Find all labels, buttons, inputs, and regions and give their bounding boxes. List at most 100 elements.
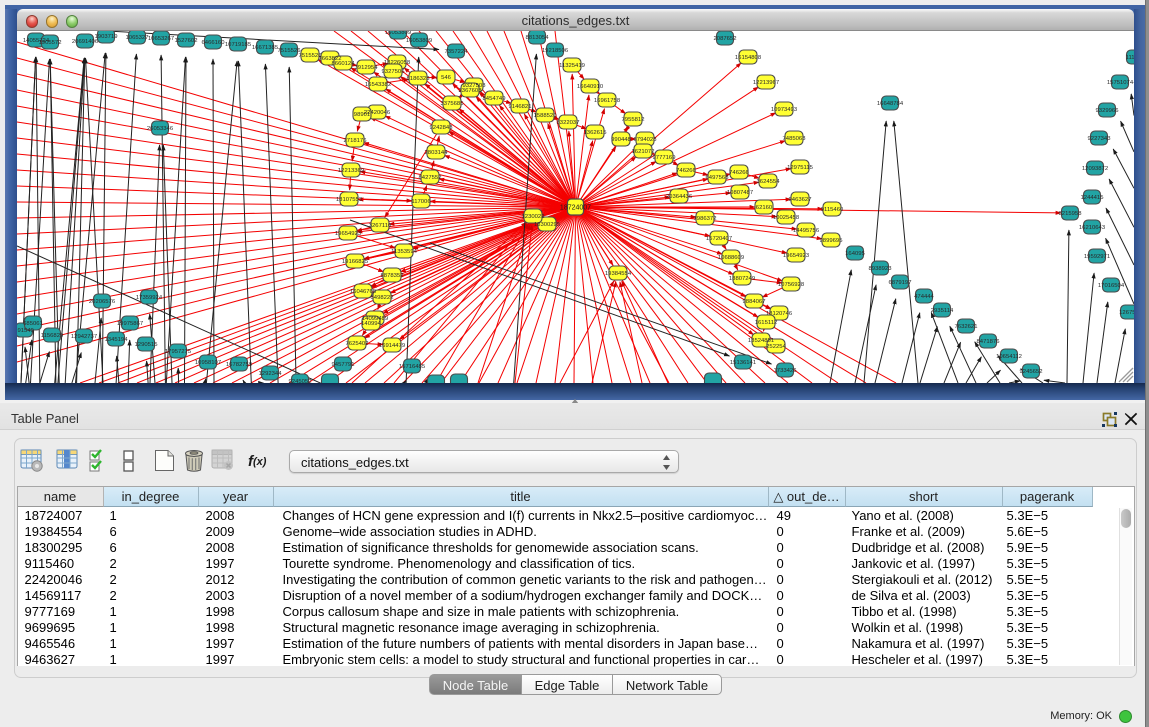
svg-text:2718176: 2718176 [344,138,368,144]
svg-text:6794028: 6794028 [634,137,658,143]
svg-text:11325419: 11325419 [559,63,585,69]
svg-text:9245652: 9245652 [1020,369,1043,375]
svg-text:140994: 140994 [361,321,381,327]
svg-text:15751074: 15751074 [1107,80,1134,86]
svg-text:1230022: 1230022 [522,214,545,220]
svg-text:2087652: 2087652 [714,36,737,42]
svg-text:10719185: 10719185 [225,42,252,48]
svg-text:8878352: 8878352 [381,273,404,279]
svg-text:1588520: 1588520 [534,113,558,119]
svg-text:9242848: 9242848 [430,125,454,131]
svg-text:9227343: 9227343 [1088,136,1112,142]
svg-text:16961758: 16961758 [594,98,621,104]
svg-text:9884067: 9884067 [743,299,766,305]
svg-text:1345194: 1345194 [105,337,129,343]
svg-text:12093872: 12093872 [1082,166,1108,172]
svg-text:8471876: 8471876 [977,339,1001,345]
svg-text:16914479: 16914479 [379,343,405,349]
svg-text:3624554: 3624554 [757,179,781,185]
svg-text:117006: 117006 [411,199,431,205]
svg-text:16210643: 16210643 [1079,225,1106,231]
svg-text:16640910: 16640910 [577,84,604,90]
svg-text:8813054: 8813054 [526,35,550,41]
svg-text:7485063: 7485063 [783,136,807,142]
svg-text:18107553: 18107553 [336,197,363,203]
svg-text:16782759: 16782759 [226,362,252,368]
svg-text:8938923: 8938923 [869,266,893,272]
svg-text:8427552: 8427552 [419,175,442,181]
svg-text:19384554: 19384554 [605,271,632,277]
svg-text:12975115: 12975115 [787,165,813,171]
svg-text:62160: 62160 [756,205,773,211]
svg-text:19654923: 19654923 [783,253,810,259]
svg-text:111243: 111243 [1126,55,1134,61]
svg-text:19166825: 19166825 [342,259,369,265]
svg-text:9463627: 9463627 [789,197,812,203]
svg-text:98901: 98901 [354,112,370,118]
svg-text:9245052: 9245052 [289,379,312,383]
svg-text:7632621: 7632621 [955,324,978,330]
svg-text:18724007: 18724007 [560,205,591,212]
svg-text:2367608: 2367608 [459,88,483,94]
svg-text:8186328: 8186328 [407,76,431,82]
svg-text:164095: 164095 [845,251,865,257]
svg-text:1244415: 1244415 [1081,195,1105,201]
svg-text:18807249: 18807249 [729,276,755,282]
svg-text:16053809: 16053809 [406,38,432,44]
svg-text:9146821: 9146821 [509,104,532,110]
svg-text:18300295: 18300295 [534,222,561,228]
svg-text:1615112: 1615112 [755,320,778,326]
svg-text:474444: 474444 [914,294,934,300]
svg-text:9899695: 9899695 [820,238,844,244]
svg-text:17359924: 17359924 [136,295,163,301]
svg-text:7357224: 7357224 [445,49,469,55]
svg-text:8215958: 8215958 [1059,211,1083,217]
svg-text:10973493: 10973493 [771,107,798,113]
svg-text:14495756: 14495756 [793,228,820,234]
svg-text:12213967: 12213967 [753,80,779,86]
svg-text:19218506: 19218506 [542,48,569,54]
svg-text:9777169: 9777169 [653,155,676,161]
svg-text:3267110: 3267110 [369,223,392,229]
svg-text:20364436: 20364436 [666,194,693,200]
svg-text:7955812: 7955812 [622,117,645,123]
svg-text:12213369: 12213369 [338,168,364,174]
svg-text:3912954: 3912954 [355,65,379,71]
svg-text:10025458: 10025458 [773,215,800,221]
svg-text:1733426: 1733426 [774,368,798,374]
svg-text:16543382: 16543382 [365,82,391,88]
svg-text:16154808: 16154808 [735,55,762,61]
svg-text:6879197: 6879197 [889,280,912,286]
svg-text:10654112: 10654112 [996,354,1022,360]
svg-text:746266: 746266 [729,170,749,176]
svg-text:10653267: 10653267 [148,36,174,42]
svg-text:10756928: 10756928 [778,282,805,288]
svg-text:1621072: 1621072 [632,149,655,155]
svg-text:16053809: 16053809 [385,31,411,36]
svg-text:19654923: 19654923 [335,231,362,237]
svg-text:18120746: 18120746 [766,311,793,317]
svg-text:1065327: 1065327 [126,35,149,41]
svg-text:391549: 391549 [17,328,34,334]
svg-text:1156829: 1156829 [41,333,64,339]
svg-text:1905572: 1905572 [39,40,62,46]
svg-text:11353594: 11353594 [391,249,417,255]
svg-text:17016504: 17016504 [1098,283,1125,289]
svg-text:6466160: 6466160 [202,40,226,46]
svg-text:16671385: 16671385 [252,45,279,51]
svg-text:17957275: 17957275 [165,349,192,355]
svg-text:15716485: 15716485 [399,364,426,370]
svg-text:19975867: 19975867 [117,321,143,327]
svg-text:10688609: 10688609 [718,255,744,261]
svg-text:1290515: 1290515 [135,342,159,348]
svg-text:685061: 685061 [23,321,43,327]
svg-text:16648784: 16648784 [877,101,904,107]
svg-text:15720407: 15720407 [706,236,732,242]
svg-text:12942737: 12942737 [71,334,97,340]
svg-text:252254: 252254 [766,344,786,350]
svg-text:8454749: 8454749 [483,96,506,102]
svg-text:7625402: 7625402 [346,341,369,347]
svg-text:990448: 990448 [611,137,631,143]
svg-text:126753: 126753 [1119,310,1134,316]
svg-text:20206576: 20206576 [89,299,116,305]
